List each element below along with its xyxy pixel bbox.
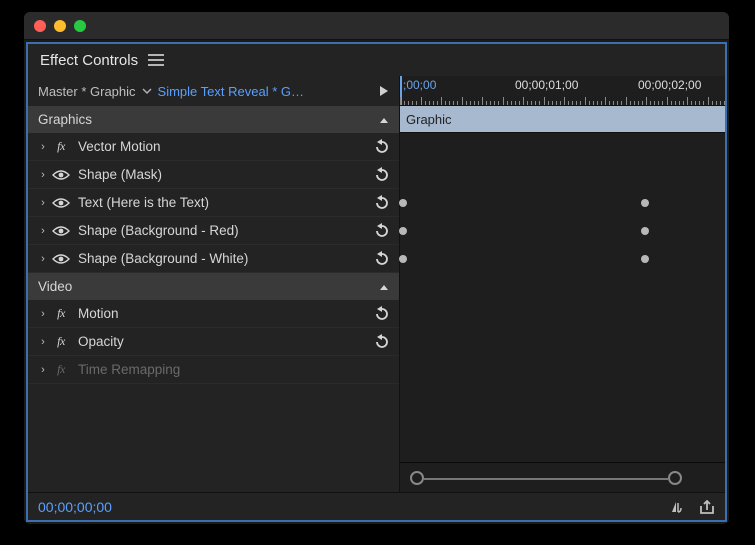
section-graphics-label: Graphics bbox=[38, 112, 92, 127]
panel-footer: 00;00;00;00 bbox=[28, 492, 725, 520]
timeline-scrollbar[interactable] bbox=[400, 462, 725, 492]
reset-icon[interactable] bbox=[373, 223, 391, 239]
collapse-up-icon bbox=[379, 279, 389, 294]
property-label: Shape (Background - Red) bbox=[72, 223, 373, 238]
timeline-column: ;00;00 00;00;01;00 00;00;02;00 Graphic bbox=[400, 76, 725, 492]
property-row[interactable]: › Text (Here is the Text) bbox=[28, 189, 399, 217]
zoom-bar[interactable] bbox=[424, 478, 668, 480]
property-label: Time Remapping bbox=[72, 362, 391, 377]
visibility-eye-icon[interactable] bbox=[50, 197, 72, 209]
keyframe-row[interactable] bbox=[400, 189, 725, 217]
twirl-right-icon[interactable]: › bbox=[36, 197, 50, 209]
current-timecode[interactable]: 00;00;00;00 bbox=[38, 499, 112, 515]
property-label: Motion bbox=[72, 306, 373, 321]
keyframe-marker[interactable] bbox=[399, 199, 407, 207]
keyframe-row[interactable] bbox=[400, 217, 725, 245]
keyframe-area[interactable] bbox=[400, 133, 725, 273]
window-minimize-button[interactable] bbox=[54, 20, 66, 32]
twirl-right-icon[interactable]: › bbox=[36, 364, 50, 376]
reset-icon[interactable] bbox=[373, 167, 391, 183]
property-label: Shape (Mask) bbox=[72, 167, 373, 182]
keyframe-row[interactable] bbox=[400, 133, 725, 161]
reset-icon[interactable] bbox=[373, 306, 391, 322]
property-label: Shape (Background - White) bbox=[72, 251, 373, 266]
toggle-audio-icon[interactable] bbox=[671, 500, 687, 514]
mac-titlebar bbox=[24, 12, 729, 40]
reset-icon[interactable] bbox=[373, 139, 391, 155]
visibility-eye-icon[interactable] bbox=[50, 225, 72, 237]
property-row[interactable]: ›fxTime Remapping bbox=[28, 356, 399, 384]
keyframe-marker[interactable] bbox=[641, 199, 649, 207]
section-video[interactable]: Video bbox=[28, 273, 399, 300]
window-maximize-button[interactable] bbox=[74, 20, 86, 32]
keyframe-marker[interactable] bbox=[399, 227, 407, 235]
property-row[interactable]: ›fxVector Motion bbox=[28, 133, 399, 161]
window-close-button[interactable] bbox=[34, 20, 46, 32]
fx-badge-icon[interactable]: fx bbox=[50, 362, 72, 377]
property-row[interactable]: › Shape (Mask) bbox=[28, 161, 399, 189]
keyframe-row[interactable] bbox=[400, 161, 725, 189]
zoom-handle-left[interactable] bbox=[410, 471, 424, 485]
app-window: Effect Controls Master * Graphic Simple … bbox=[24, 12, 729, 524]
master-clip-label[interactable]: Master * Graphic bbox=[38, 84, 136, 99]
section-video-label: Video bbox=[38, 279, 72, 294]
keyframe-row[interactable] bbox=[400, 245, 725, 273]
fx-badge-icon[interactable]: fx bbox=[50, 334, 72, 349]
reset-icon[interactable] bbox=[373, 334, 391, 350]
property-label: Vector Motion bbox=[72, 139, 373, 154]
twirl-right-icon[interactable]: › bbox=[36, 336, 50, 348]
collapse-up-icon bbox=[379, 112, 389, 127]
keyframe-marker[interactable] bbox=[399, 255, 407, 263]
fx-badge-icon[interactable]: fx bbox=[50, 139, 72, 154]
property-row[interactable]: › Shape (Background - White) bbox=[28, 245, 399, 273]
property-list: Graphics ›fxVector Motion›Shape (Mask)›T… bbox=[28, 106, 399, 492]
zoom-handle-right[interactable] bbox=[668, 471, 682, 485]
section-graphics[interactable]: Graphics bbox=[28, 106, 399, 133]
time-label: ;00;00 bbox=[403, 78, 436, 92]
twirl-right-icon[interactable]: › bbox=[36, 169, 50, 181]
play-icon[interactable] bbox=[379, 85, 389, 97]
property-row[interactable]: › Shape (Background - Red) bbox=[28, 217, 399, 245]
reset-icon[interactable] bbox=[373, 195, 391, 211]
property-row[interactable]: ›fxOpacity bbox=[28, 328, 399, 356]
clip-bar[interactable]: Graphic bbox=[400, 106, 725, 133]
twirl-right-icon[interactable]: › bbox=[36, 308, 50, 320]
panel-body: Master * Graphic Simple Text Reveal * G…… bbox=[28, 76, 725, 492]
property-row[interactable]: ›fxMotion bbox=[28, 300, 399, 328]
property-label: Text (Here is the Text) bbox=[72, 195, 373, 210]
export-icon[interactable] bbox=[699, 500, 715, 514]
property-label: Opacity bbox=[72, 334, 373, 349]
fx-badge-icon[interactable]: fx bbox=[50, 306, 72, 321]
twirl-right-icon[interactable]: › bbox=[36, 225, 50, 237]
clip-bar-label: Graphic bbox=[406, 112, 452, 127]
visibility-eye-icon[interactable] bbox=[50, 169, 72, 181]
twirl-right-icon[interactable]: › bbox=[36, 253, 50, 265]
panel-title: Effect Controls bbox=[40, 52, 138, 69]
clip-breadcrumb: Master * Graphic Simple Text Reveal * G… bbox=[28, 76, 399, 106]
time-ruler[interactable]: ;00;00 00;00;01;00 00;00;02;00 bbox=[400, 76, 725, 106]
visibility-eye-icon[interactable] bbox=[50, 253, 72, 265]
sequence-clip-label[interactable]: Simple Text Reveal * G… bbox=[158, 84, 304, 99]
panel-menu-icon[interactable] bbox=[148, 54, 164, 66]
time-label: 00;00;01;00 bbox=[515, 78, 578, 92]
keyframe-marker[interactable] bbox=[641, 255, 649, 263]
reset-icon[interactable] bbox=[373, 251, 391, 267]
chevron-down-icon[interactable] bbox=[142, 86, 152, 96]
properties-column: Master * Graphic Simple Text Reveal * G…… bbox=[28, 76, 400, 492]
effect-controls-panel: Effect Controls Master * Graphic Simple … bbox=[26, 42, 727, 522]
keyframe-marker[interactable] bbox=[641, 227, 649, 235]
panel-header: Effect Controls bbox=[28, 44, 725, 76]
twirl-right-icon[interactable]: › bbox=[36, 141, 50, 153]
time-label: 00;00;02;00 bbox=[638, 78, 701, 92]
